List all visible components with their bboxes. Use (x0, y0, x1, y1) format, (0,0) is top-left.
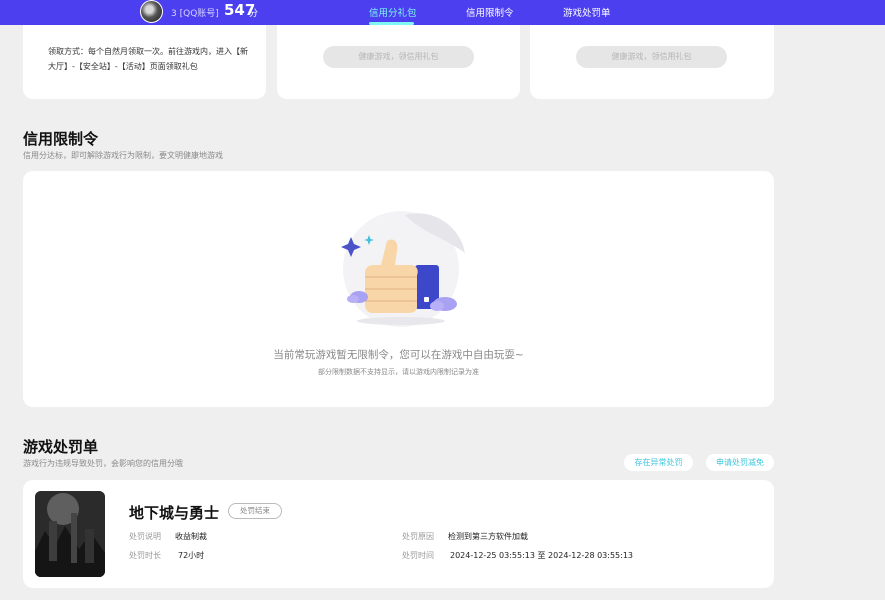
credit-score-unit: 分 (249, 9, 259, 19)
restriction-section-subtitle: 信用分达标，即可解除游戏行为限制，要文明健康地游戏 (23, 151, 223, 160)
abnormal-penalty-button[interactable]: 存在异常处罚 (624, 454, 693, 471)
restriction-card: 当前常玩游戏暂无限制令，您可以在游戏中自由玩耍~ 部分限制数据不支持显示，请以游… (23, 171, 774, 407)
penalty-status-badge: 处罚结束 (228, 503, 282, 519)
apply-penalty-reduction-button[interactable]: 申请处罚减免 (706, 454, 774, 471)
no-restriction-message: 当前常玩游戏暂无限制令，您可以在游戏中自由玩耍~ (273, 349, 524, 361)
tab-credit-gift[interactable]: 信用分礼包 (369, 5, 417, 19)
user-avatar[interactable] (140, 0, 163, 23)
penalty-time-label: 处罚时间 (402, 551, 434, 560)
gift-card: 健康游戏，领信用礼包 (530, 25, 774, 99)
claim-gift-button-disabled[interactable]: 健康游戏，领信用礼包 (323, 46, 474, 68)
penalty-record-card: 地下城与勇士 处罚结束 处罚说明 收益制裁 处罚原因 检测到第三方软件加载 处罚… (23, 480, 774, 588)
penalty-section-title: 游戏处罚单 (23, 438, 99, 456)
top-nav-bar: 3 [QQ账号] 547 分 信用分礼包 信用限制令 游戏处罚单 (0, 0, 885, 25)
gift-card: 健康游戏，领信用礼包 (277, 25, 520, 99)
penalty-reason-label: 处罚原因 (402, 532, 434, 541)
claim-instructions: 领取方式：每个自然月领取一次。前往游戏内，进入【新大厅】-【安全站】-【活动】页… (48, 47, 248, 71)
penalty-time-value: 2024-12-25 03:55:13 至 2024-12-28 03:55:1… (450, 551, 634, 560)
restriction-section-title: 信用限制令 (23, 130, 99, 148)
tab-credit-restriction[interactable]: 信用限制令 (466, 5, 514, 19)
penalty-desc-value: 收益制裁 (175, 532, 207, 541)
game-title: 地下城与勇士 (129, 504, 220, 522)
penalty-reason-value: 检测到第三方软件加载 (448, 532, 528, 541)
gift-card-claim-info: 领取方式：每个自然月领取一次。前往游戏内，进入【新大厅】-【安全站】-【活动】页… (23, 25, 266, 99)
penalty-section-subtitle: 游戏行为违规导致处罚，会影响您的信用分哦 (23, 459, 183, 468)
thumbs-up-illustration (333, 207, 468, 332)
restriction-data-note: 部分限制数据不支持显示，请以游戏内限制记录为准 (318, 368, 479, 376)
claim-gift-button-disabled[interactable]: 健康游戏，领信用礼包 (576, 46, 727, 68)
account-label: 3 [QQ账号] (171, 6, 219, 19)
game-cover-image (35, 491, 105, 577)
penalty-desc-label: 处罚说明 (129, 532, 161, 541)
account-prefix: 3 (171, 9, 177, 19)
penalty-duration-label: 处罚时长 (129, 551, 161, 560)
penalty-duration-value: 72小时 (178, 551, 205, 560)
account-type: [QQ账号] (179, 9, 219, 19)
tab-game-penalty[interactable]: 游戏处罚单 (563, 5, 611, 19)
